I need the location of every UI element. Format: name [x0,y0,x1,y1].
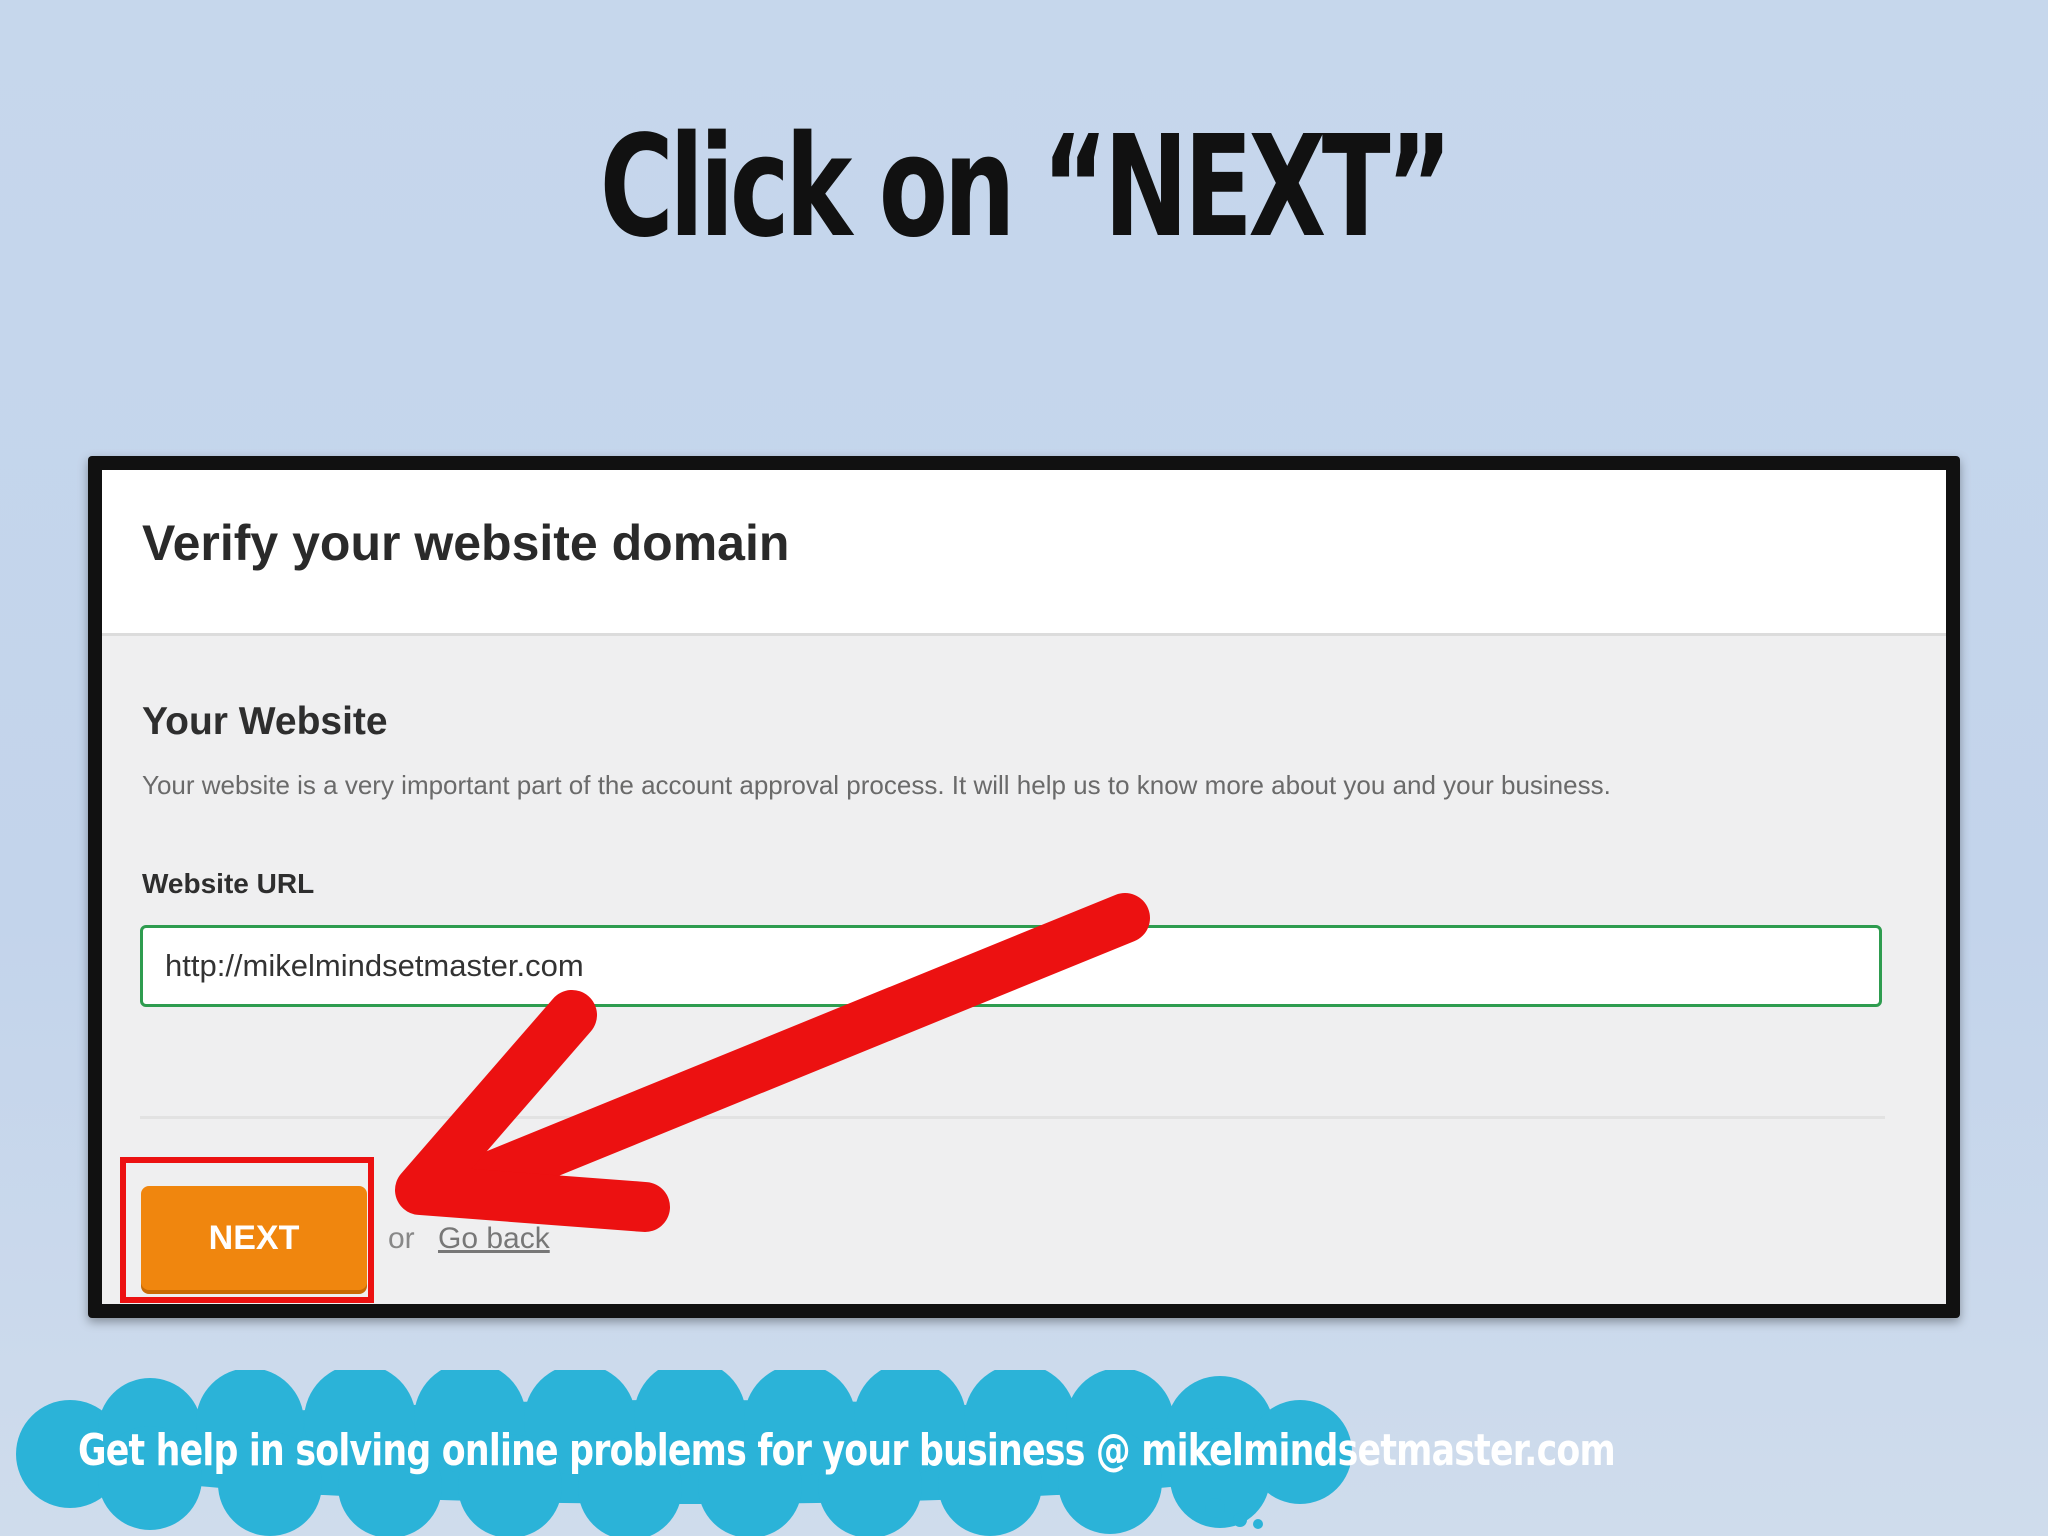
panel-header: Verify your website domain [102,470,1946,636]
banner-text: Get help in solving online problems for … [78,1425,1616,1476]
website-url-label: Website URL [142,868,315,899]
go-back-link[interactable]: Go back [438,1222,550,1256]
next-highlight-box [120,1157,374,1303]
website-url-input[interactable] [140,925,1882,1007]
section-description: Your website is a very important part of… [142,770,1611,800]
divider [140,1116,1885,1119]
slide-title: Click on “NEXT” [599,106,1453,269]
or-text: or [388,1222,415,1255]
panel-title: Verify your website domain [142,515,790,571]
verify-domain-panel: Verify your website domain Your Website … [102,470,1946,1304]
section-title: Your Website [142,700,388,743]
